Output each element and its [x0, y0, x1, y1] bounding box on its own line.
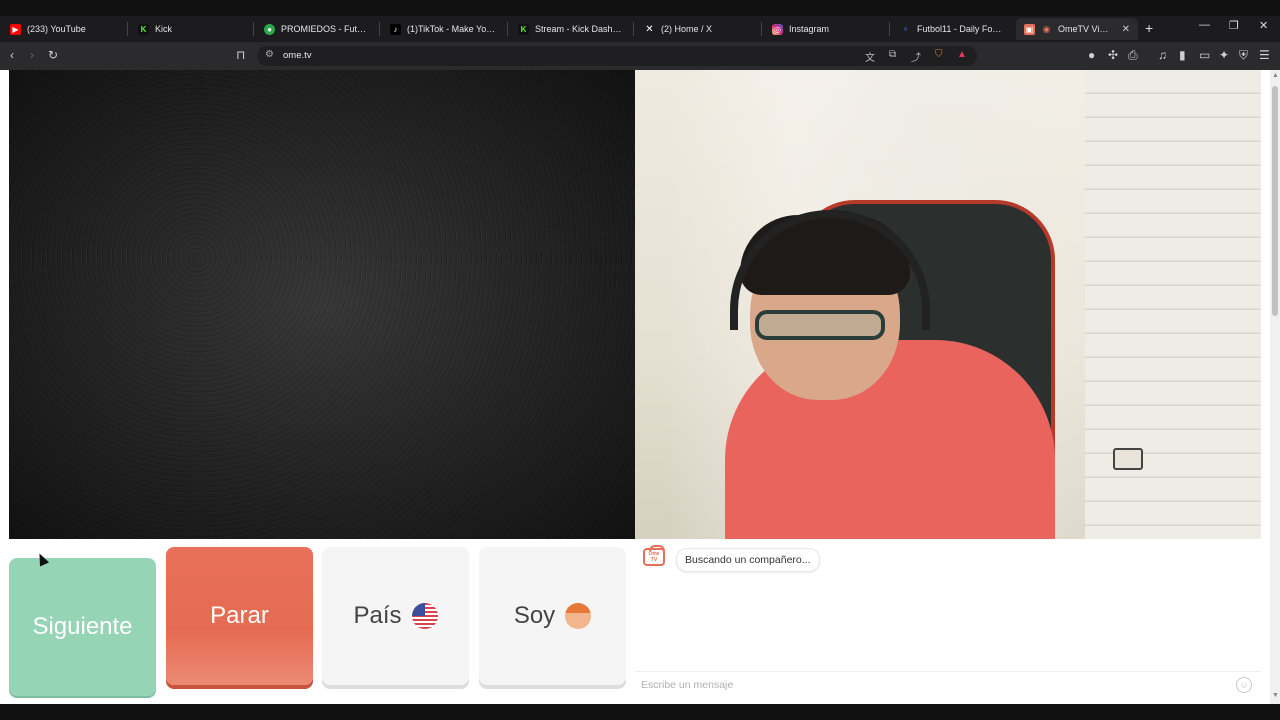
back-icon[interactable]: ‹ — [10, 48, 14, 62]
promiedos-icon: ● — [264, 23, 275, 35]
self-video — [635, 70, 1261, 539]
site-settings-icon[interactable]: ⚙ — [265, 49, 274, 60]
restore-icon[interactable]: ❐ — [1229, 19, 1239, 32]
tab-futbol11[interactable]: ⚡ Futbol11 - Daily Football Quiz — [892, 18, 1012, 40]
chat-status-message: Buscando un compañero... — [677, 549, 819, 571]
stop-button[interactable]: Parar — [166, 547, 313, 685]
open-external-icon[interactable]: ⧉ — [889, 49, 896, 60]
extensions-icon[interactable]: ✣ — [1108, 48, 1118, 62]
scrollbar-thumb[interactable] — [1272, 86, 1278, 316]
next-button-label: Siguiente — [32, 613, 133, 640]
new-tab-icon[interactable]: + — [1145, 20, 1153, 36]
leo-ai-icon[interactable]: ✦ — [1219, 48, 1229, 62]
emoji-icon[interactable]: ☺ — [1236, 677, 1252, 693]
reload-icon[interactable]: ↻ — [48, 48, 58, 62]
tab-instagram[interactable]: ◎ Instagram — [764, 18, 888, 40]
tab-promiedos[interactable]: ● PROMIEDOS - Futbol Argentino — [256, 18, 378, 40]
us-flag-icon — [411, 603, 438, 629]
youtube-icon: ▶ — [10, 23, 21, 35]
browser-tab-strip: ▶ (233) YouTube K Kick ● PROMIEDOS - Fut… — [0, 0, 1280, 42]
x-icon: ✕ — [645, 23, 654, 35]
brave-rewards-icon[interactable]: ▲ — [957, 49, 967, 60]
futbol11-icon: ⚡ — [902, 24, 909, 34]
window-close-icon[interactable]: ✕ — [1259, 19, 1268, 32]
sidebar-icon[interactable]: ▮ — [1179, 48, 1186, 62]
translate-icon[interactable]: 文 — [865, 49, 875, 64]
brave-shields-icon[interactable]: ⛉ — [935, 49, 943, 60]
instagram-icon: ◎ — [772, 23, 783, 35]
tab-kick-dashboard[interactable]: K Stream - Kick Dashboard — [510, 18, 632, 40]
ometv-icon: ▣ — [1024, 23, 1035, 35]
tiktok-icon: ♪ — [390, 23, 401, 35]
menu-icon[interactable]: ☰ — [1259, 48, 1270, 62]
country-button-label: País — [353, 602, 402, 629]
share-icon[interactable]: ⤴ — [911, 49, 921, 64]
top-letterbox — [0, 0, 1280, 16]
bookmark-icon[interactable]: ⊓ — [236, 48, 245, 62]
kick-icon: K — [138, 23, 149, 35]
page-scrollbar[interactable]: ▲ ▼ — [1270, 70, 1280, 704]
vpn-icon[interactable]: ⛨ — [1239, 48, 1248, 62]
ometv-logo-icon: Ome TV — [643, 545, 665, 566]
chat-message-input[interactable] — [641, 676, 1221, 694]
forward-icon[interactable]: › — [30, 48, 34, 62]
next-button[interactable]: Siguiente — [9, 558, 156, 696]
chat-input-bar: ☺ — [635, 671, 1261, 697]
address-bar[interactable]: ⚙ ome.tv 文 ⧉ ⤴ ⛉ ▲ — [257, 46, 977, 66]
minimize-icon[interactable]: — — [1199, 19, 1210, 31]
country-button[interactable]: País — [322, 547, 469, 685]
recording-icon: ◉ — [1042, 23, 1051, 34]
gender-button-label: Soy — [513, 602, 556, 629]
ometv-page: Siguiente Parar País Soy Ome TV Buscando… — [0, 70, 1270, 704]
kick-icon: K — [518, 23, 529, 35]
tab-kick[interactable]: K Kick — [130, 18, 252, 40]
record-icon[interactable]: ● — [1088, 48, 1095, 62]
media-icon[interactable]: ♫ — [1158, 48, 1167, 62]
boy-avatar-icon — [565, 603, 592, 629]
scroll-down-icon[interactable]: ▼ — [1272, 692, 1279, 699]
tab-tiktok[interactable]: ♪ (1)TikTok - Make Your Day — [382, 18, 506, 40]
partner-video — [9, 70, 635, 539]
close-tab-icon[interactable]: ✕ — [1122, 24, 1130, 35]
tab-x-home[interactable]: ✕ (2) Home / X — [636, 18, 760, 40]
scroll-up-icon[interactable]: ▲ — [1272, 72, 1279, 79]
stop-button-label: Parar — [210, 602, 269, 629]
wallet-icon[interactable]: ▭ — [1199, 48, 1210, 62]
tab-ometv[interactable]: ▣ ◉ OmeTV Video Chat ✕ — [1016, 18, 1138, 40]
url-text: ome.tv — [283, 50, 312, 61]
gender-button[interactable]: Soy — [479, 547, 626, 685]
tab-youtube[interactable]: ▶ (233) YouTube — [2, 18, 124, 40]
bottom-letterbox — [0, 704, 1280, 720]
browser-toolbar: ‹ › ↻ ⊓ ⚙ ome.tv 文 ⧉ ⤴ ⛉ ▲ ● ✣ ⎙ ♫ ▮ ▭ ✦… — [0, 42, 1280, 70]
screenshot-icon[interactable]: ⎙ — [1128, 48, 1138, 62]
chat-panel: Ome TV Buscando un compañero... ☺ — [635, 539, 1261, 704]
